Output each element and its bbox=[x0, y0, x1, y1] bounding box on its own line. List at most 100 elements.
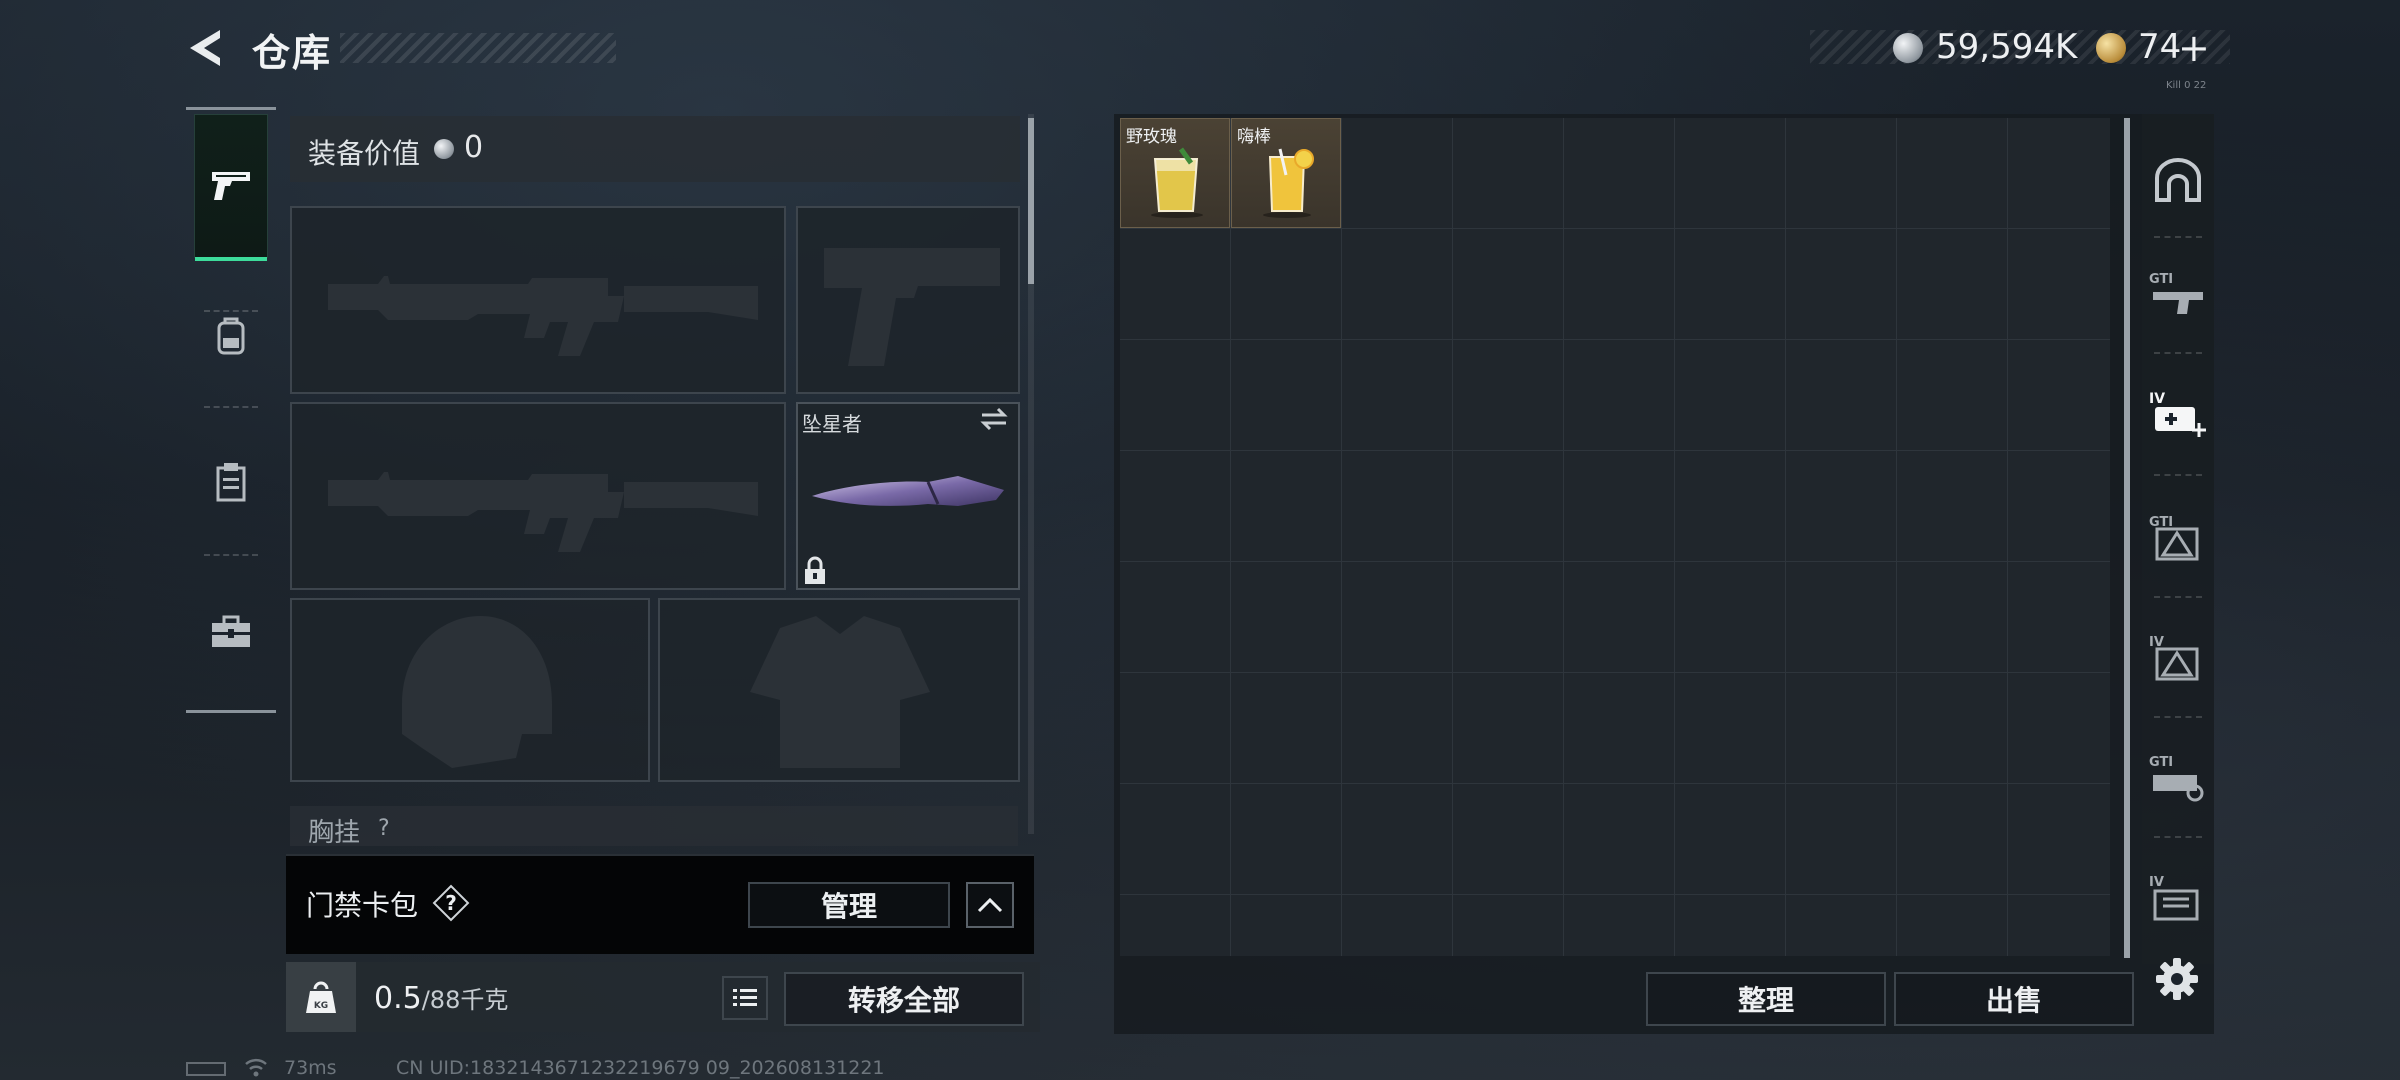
warehouse-empty-cell[interactable] bbox=[1453, 451, 1563, 561]
transfer-all-button[interactable]: 转移全部 bbox=[784, 972, 1024, 1026]
warehouse-empty-cell[interactable] bbox=[1897, 784, 2007, 894]
settings-button[interactable] bbox=[2152, 954, 2202, 1004]
warehouse-empty-cell[interactable] bbox=[1564, 118, 1674, 228]
rrail-item-iv-medical[interactable]: IV bbox=[2142, 360, 2214, 468]
warehouse-empty-cell[interactable] bbox=[1231, 562, 1341, 672]
rail-item-weapons[interactable] bbox=[194, 114, 268, 261]
warehouse-empty-cell[interactable] bbox=[2008, 118, 2110, 228]
warehouse-empty-cell[interactable] bbox=[1564, 229, 1674, 339]
rrail-item-iv-files[interactable]: IV bbox=[2142, 844, 2214, 952]
warehouse-empty-cell[interactable] bbox=[1786, 895, 1896, 956]
rrail-item-gti-attachments[interactable]: GTI bbox=[2142, 724, 2214, 832]
warehouse-item[interactable]: 野玫瑰 bbox=[1120, 118, 1230, 228]
back-button[interactable] bbox=[184, 26, 228, 70]
warehouse-empty-cell[interactable] bbox=[1564, 451, 1674, 561]
warehouse-empty-cell[interactable] bbox=[1897, 562, 2007, 672]
warehouse-empty-cell[interactable] bbox=[1897, 451, 2007, 561]
warehouse-scrollbar[interactable] bbox=[2124, 118, 2130, 958]
warehouse-empty-cell[interactable] bbox=[1564, 784, 1674, 894]
warehouse-empty-cell[interactable] bbox=[1675, 118, 1785, 228]
warehouse-empty-cell[interactable] bbox=[1675, 784, 1785, 894]
warehouse-empty-cell[interactable] bbox=[1231, 229, 1341, 339]
chest-rig-row[interactable] bbox=[290, 806, 1018, 846]
warehouse-empty-cell[interactable] bbox=[1564, 340, 1674, 450]
rail-item-toolbox[interactable] bbox=[194, 560, 268, 704]
warehouse-empty-cell[interactable] bbox=[1453, 895, 1563, 956]
warehouse-empty-cell[interactable] bbox=[1231, 451, 1341, 561]
add-currency-button[interactable]: + bbox=[2178, 26, 2210, 70]
warehouse-empty-cell[interactable] bbox=[1897, 673, 2007, 783]
warehouse-empty-cell[interactable] bbox=[1342, 340, 1452, 450]
rrail-item-gti-weapon[interactable]: GTI bbox=[2142, 240, 2214, 348]
warehouse-empty-cell[interactable] bbox=[1453, 784, 1563, 894]
warehouse-empty-cell[interactable] bbox=[1786, 562, 1896, 672]
swap-icon[interactable] bbox=[978, 406, 1010, 432]
warehouse-empty-cell[interactable] bbox=[1675, 673, 1785, 783]
warehouse-empty-cell[interactable] bbox=[1120, 562, 1230, 672]
primary-weapon-slot-2[interactable] bbox=[290, 402, 786, 590]
warehouse-empty-cell[interactable] bbox=[1897, 118, 2007, 228]
warehouse-empty-cell[interactable] bbox=[1453, 673, 1563, 783]
warehouse-empty-cell[interactable] bbox=[1786, 118, 1896, 228]
warehouse-empty-cell[interactable] bbox=[1231, 340, 1341, 450]
sort-button[interactable]: 整理 bbox=[1646, 972, 1886, 1026]
keycard-help-icon[interactable]: ? bbox=[434, 886, 468, 920]
warehouse-empty-cell[interactable] bbox=[1342, 118, 1452, 228]
rail-item-backpack[interactable] bbox=[194, 264, 268, 408]
warehouse-empty-cell[interactable] bbox=[1342, 784, 1452, 894]
rrail-item-gti-equipment[interactable]: GTI bbox=[2142, 484, 2214, 592]
rrail-item-iv-equipment[interactable]: IV bbox=[2142, 604, 2214, 712]
warehouse-empty-cell[interactable] bbox=[1120, 895, 1230, 956]
expand-button[interactable] bbox=[966, 882, 1014, 928]
warehouse-empty-cell[interactable] bbox=[1786, 451, 1896, 561]
warehouse-empty-cell[interactable] bbox=[1231, 784, 1341, 894]
warehouse-empty-cell[interactable] bbox=[2008, 451, 2110, 561]
primary-weapon-slot-1[interactable] bbox=[290, 206, 786, 394]
rrail-item-overview[interactable] bbox=[2142, 126, 2214, 234]
warehouse-empty-cell[interactable] bbox=[1231, 895, 1341, 956]
equipment-scrollbar-thumb[interactable] bbox=[1028, 118, 1034, 284]
warehouse-empty-cell[interactable] bbox=[1231, 673, 1341, 783]
warehouse-item[interactable]: 嗨棒 bbox=[1231, 118, 1341, 228]
warehouse-empty-cell[interactable] bbox=[2008, 229, 2110, 339]
warehouse-empty-cell[interactable] bbox=[1897, 340, 2007, 450]
manage-button[interactable]: 管理 bbox=[748, 882, 950, 928]
warehouse-empty-cell[interactable] bbox=[1453, 562, 1563, 672]
warehouse-empty-cell[interactable] bbox=[1564, 562, 1674, 672]
armor-slot[interactable] bbox=[658, 598, 1020, 782]
chest-rig-help-icon[interactable]: ? bbox=[378, 816, 390, 841]
warehouse-empty-cell[interactable] bbox=[1453, 340, 1563, 450]
warehouse-empty-cell[interactable] bbox=[1675, 229, 1785, 339]
warehouse-empty-cell[interactable] bbox=[1786, 673, 1896, 783]
warehouse-empty-cell[interactable] bbox=[1786, 340, 1896, 450]
warehouse-empty-cell[interactable] bbox=[1786, 229, 1896, 339]
warehouse-empty-cell[interactable] bbox=[1675, 340, 1785, 450]
warehouse-empty-cell[interactable] bbox=[2008, 562, 2110, 672]
rail-item-clipboard[interactable] bbox=[194, 410, 268, 554]
sell-button[interactable]: 出售 bbox=[1894, 972, 2134, 1026]
warehouse-empty-cell[interactable] bbox=[1897, 229, 2007, 339]
warehouse-empty-cell[interactable] bbox=[1342, 673, 1452, 783]
warehouse-empty-cell[interactable] bbox=[1342, 562, 1452, 672]
warehouse-empty-cell[interactable] bbox=[1564, 673, 1674, 783]
warehouse-empty-cell[interactable] bbox=[1675, 562, 1785, 672]
warehouse-empty-cell[interactable] bbox=[1120, 229, 1230, 339]
warehouse-empty-cell[interactable] bbox=[1342, 451, 1452, 561]
warehouse-empty-cell[interactable] bbox=[1897, 895, 2007, 956]
warehouse-empty-cell[interactable] bbox=[1786, 784, 1896, 894]
helmet-slot[interactable] bbox=[290, 598, 650, 782]
warehouse-empty-cell[interactable] bbox=[1120, 451, 1230, 561]
warehouse-empty-cell[interactable] bbox=[2008, 673, 2110, 783]
warehouse-empty-cell[interactable] bbox=[1120, 784, 1230, 894]
list-view-button[interactable] bbox=[722, 976, 768, 1020]
warehouse-empty-cell[interactable] bbox=[1120, 673, 1230, 783]
warehouse-empty-cell[interactable] bbox=[1675, 895, 1785, 956]
pistol-slot[interactable] bbox=[796, 206, 1020, 394]
warehouse-empty-cell[interactable] bbox=[2008, 340, 2110, 450]
warehouse-empty-cell[interactable] bbox=[2008, 784, 2110, 894]
warehouse-empty-cell[interactable] bbox=[1675, 451, 1785, 561]
warehouse-empty-cell[interactable] bbox=[1120, 340, 1230, 450]
warehouse-empty-cell[interactable] bbox=[1453, 229, 1563, 339]
warehouse-empty-cell[interactable] bbox=[1342, 895, 1452, 956]
warehouse-empty-cell[interactable] bbox=[2008, 895, 2110, 956]
